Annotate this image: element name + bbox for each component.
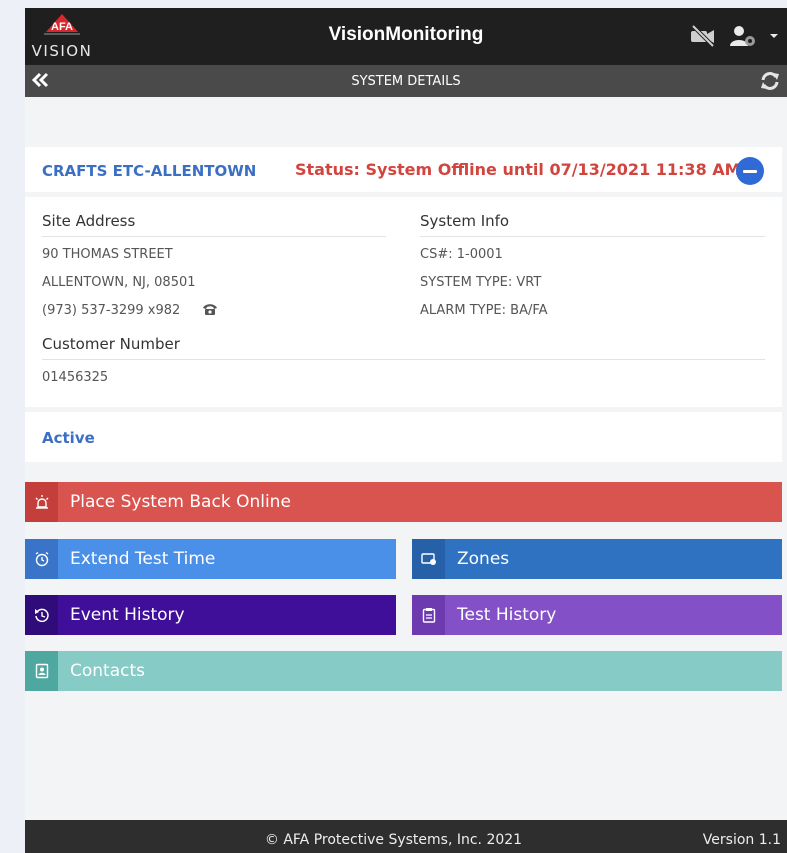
customer-number: 01456325 bbox=[42, 370, 109, 385]
page-title: SYSTEM DETAILS bbox=[351, 74, 461, 89]
alarm-clock-icon bbox=[25, 539, 58, 579]
collapse-button[interactable] bbox=[736, 157, 764, 185]
cs-number: CS#: 1-0001 bbox=[420, 247, 503, 262]
system-status: Status: System Offline until 07/13/2021 … bbox=[295, 160, 741, 179]
caret-down-icon[interactable] bbox=[769, 24, 779, 53]
system-details-card: Site Address 90 THOMAS STREET ALLENTOWN,… bbox=[25, 197, 782, 407]
app-title: VisionMonitoring bbox=[328, 24, 484, 45]
phone-number[interactable]: (973) 537-3299 x982 bbox=[42, 303, 180, 318]
top-navbar: AFA VISION VisionMonitoring bbox=[25, 8, 787, 65]
contact-card-icon bbox=[25, 651, 58, 691]
extend-test-time-label: Extend Test Time bbox=[70, 549, 216, 569]
test-history-button[interactable]: Test History bbox=[412, 595, 782, 635]
test-history-label: Test History bbox=[457, 605, 557, 625]
event-history-label: Event History bbox=[70, 605, 185, 625]
zones-label: Zones bbox=[457, 549, 510, 569]
copyright-text: © AFA Protective Systems, Inc. 2021 bbox=[264, 832, 523, 848]
header-actions bbox=[689, 24, 779, 53]
user-settings-icon[interactable] bbox=[729, 24, 757, 53]
zones-icon bbox=[412, 539, 445, 579]
address-city: ALLENTOWN, NJ, 08501 bbox=[42, 275, 196, 290]
system-state-label: Active bbox=[42, 429, 95, 447]
footer: © AFA Protective Systems, Inc. 2021 Vers… bbox=[25, 820, 787, 853]
refresh-button[interactable] bbox=[759, 70, 781, 97]
customer-number-heading: Customer Number bbox=[42, 335, 765, 360]
alarm-light-icon bbox=[25, 482, 58, 522]
system-header-card: CRAFTS ETC-ALLENTOWN Status: System Offl… bbox=[25, 147, 782, 192]
event-history-button[interactable]: Event History bbox=[25, 595, 396, 635]
place-system-back-online-button[interactable]: Place System Back Online bbox=[25, 482, 782, 522]
version-text: Version 1.1 bbox=[702, 832, 781, 848]
page-header: SYSTEM DETAILS bbox=[25, 65, 787, 97]
phone-icon[interactable] bbox=[202, 303, 218, 315]
video-off-icon[interactable] bbox=[689, 24, 717, 53]
history-icon bbox=[25, 595, 58, 635]
contacts-label: Contacts bbox=[70, 661, 145, 681]
alarm-type: ALARM TYPE: BA/FA bbox=[420, 303, 548, 318]
system-type: SYSTEM TYPE: VRT bbox=[420, 275, 542, 290]
site-name: CRAFTS ETC-ALLENTOWN bbox=[42, 162, 257, 180]
site-phone[interactable]: (973) 537-3299 x982 bbox=[42, 303, 218, 318]
extend-test-time-button[interactable]: Extend Test Time bbox=[25, 539, 396, 579]
app-screen: AFA VISION VisionMonitoring SYSTEM DETAI… bbox=[25, 8, 787, 853]
place-system-back-online-label: Place System Back Online bbox=[70, 492, 291, 512]
address-street: 90 THOMAS STREET bbox=[42, 247, 173, 262]
system-state-bar: Active bbox=[25, 412, 782, 462]
zones-button[interactable]: Zones bbox=[412, 539, 782, 579]
clipboard-icon bbox=[412, 595, 445, 635]
contacts-button[interactable]: Contacts bbox=[25, 651, 782, 691]
system-info-heading: System Info bbox=[420, 212, 765, 237]
site-address-heading: Site Address bbox=[42, 212, 386, 237]
refresh-icon bbox=[761, 72, 779, 90]
